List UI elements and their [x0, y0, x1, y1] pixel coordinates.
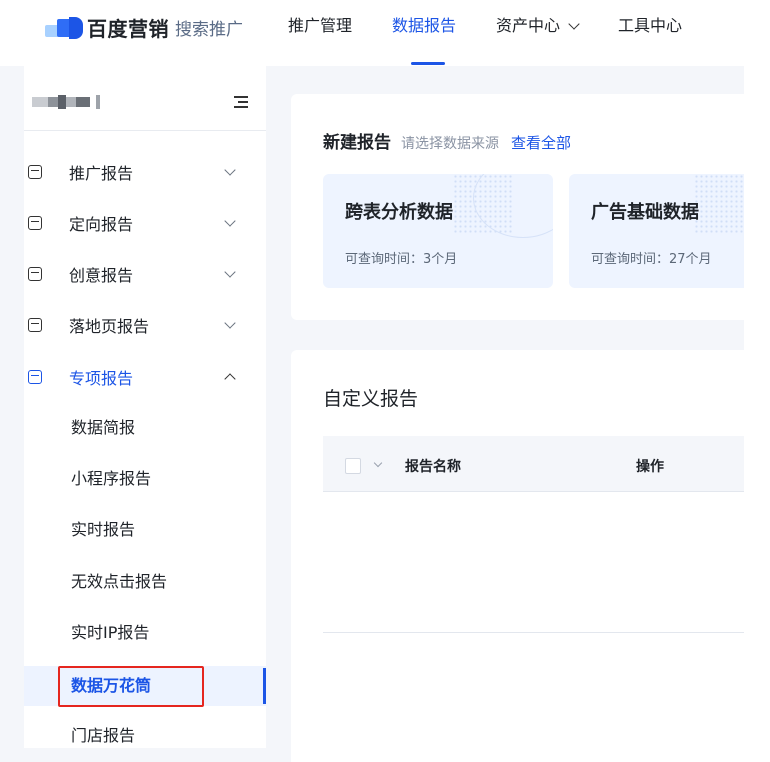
data-source-title: 广告基础数据 — [591, 202, 699, 223]
column-actions: 操作 — [636, 459, 664, 475]
custom-report-card: 自定义报告 报告名称 操作 — [291, 350, 744, 762]
custom-report-title: 自定义报告 — [323, 388, 419, 410]
new-report-hint: 请选择数据来源 — [401, 136, 499, 152]
chevron-down-icon — [224, 215, 236, 227]
select-all-checkbox[interactable] — [345, 458, 361, 474]
data-source-desc: 可查询时间：27个月 — [591, 252, 712, 267]
creative-icon — [28, 267, 42, 281]
logo[interactable]: 百度营销 搜索推广 — [45, 12, 243, 42]
chevron-down-icon — [224, 317, 236, 329]
product-name: 搜索推广 — [175, 19, 243, 40]
chevron-down-icon — [224, 266, 236, 278]
sidebar-item-landing-page-report[interactable]: 落地页报告 — [24, 305, 266, 345]
chevron-down-icon — [568, 18, 580, 30]
table-header: 报告名称 操作 — [323, 436, 744, 492]
sidebar-item-targeting-report[interactable]: 定向报告 — [24, 203, 266, 243]
data-source-card-cross-table[interactable]: 跨表分析数据 可查询时间：3个月 — [323, 174, 553, 288]
chart-icon — [28, 165, 42, 179]
sidebar-item-label: 专项报告 — [69, 369, 134, 388]
sidebar-item-promotion-report[interactable]: 推广报告 — [24, 152, 266, 192]
sidebar-subitem-realtime-ip-report[interactable]: 实时IP报告 — [24, 613, 266, 653]
sidebar-item-label: 推广报告 — [69, 164, 134, 183]
main-nav: 推广管理 数据报告 资产中心 工具中心 — [288, 0, 722, 66]
highlight-box — [58, 666, 204, 707]
view-all-link[interactable]: 查看全部 — [511, 132, 571, 153]
sidebar-item-special-report[interactable]: 专项报告 — [24, 357, 266, 397]
sidebar-item-creative-report[interactable]: 创意报告 — [24, 254, 266, 294]
nav-tool-center[interactable]: 工具中心 — [618, 0, 682, 66]
landing-page-icon — [28, 318, 42, 332]
column-report-name[interactable]: 报告名称 — [405, 456, 461, 476]
sidebar-item-label: 定向报告 — [69, 215, 134, 234]
chevron-down-icon[interactable] — [373, 458, 383, 468]
account-name-blurred[interactable] — [32, 94, 100, 110]
brand-name: 百度营销 — [87, 16, 169, 41]
sidebar-item-label: 创意报告 — [69, 266, 134, 285]
sidebar-item-label: 落地页报告 — [69, 317, 150, 336]
collapse-sidebar-icon[interactable] — [234, 96, 250, 108]
chevron-down-icon — [224, 164, 236, 176]
sidebar-subitem-realtime-report[interactable]: 实时报告 — [24, 510, 266, 550]
sidebar: 推广报告 定向报告 创意报告 落地页报告 专项报告 数据简报 小程序报告 实时报… — [24, 66, 266, 748]
divider — [24, 130, 266, 131]
sidebar-subitem-store-report[interactable]: 门店报告 — [24, 716, 266, 756]
baidu-paw-logo-icon — [45, 13, 83, 41]
sidebar-subitem-invalid-click-report[interactable]: 无效点击报告 — [24, 562, 266, 602]
top-bar: 百度营销 搜索推广 推广管理 数据报告 资产中心 工具中心 — [0, 0, 770, 66]
data-source-desc: 可查询时间：3个月 — [345, 252, 458, 267]
nav-promotion-management[interactable]: 推广管理 — [288, 0, 352, 66]
table-divider — [323, 632, 744, 633]
nav-asset-center[interactable]: 资产中心 — [496, 0, 580, 66]
decorative-dots — [694, 174, 744, 234]
target-icon — [28, 216, 42, 230]
nav-data-report[interactable]: 数据报告 — [392, 0, 456, 66]
new-report-header: 新建报告 请选择数据来源 查看全部 — [323, 128, 571, 153]
list-icon — [28, 370, 42, 384]
data-source-title: 跨表分析数据 — [345, 202, 453, 223]
data-source-card-basic-ad[interactable]: 广告基础数据 可查询时间：27个月 — [569, 174, 744, 288]
sidebar-subitem-data-brief[interactable]: 数据简报 — [24, 408, 266, 448]
sidebar-subitem-mini-program-report[interactable]: 小程序报告 — [24, 459, 266, 499]
chevron-up-icon — [224, 373, 236, 385]
new-report-card: 新建报告 请选择数据来源 查看全部 跨表分析数据 可查询时间：3个月 广告基础数… — [291, 94, 744, 320]
new-report-title: 新建报告 — [323, 133, 391, 153]
